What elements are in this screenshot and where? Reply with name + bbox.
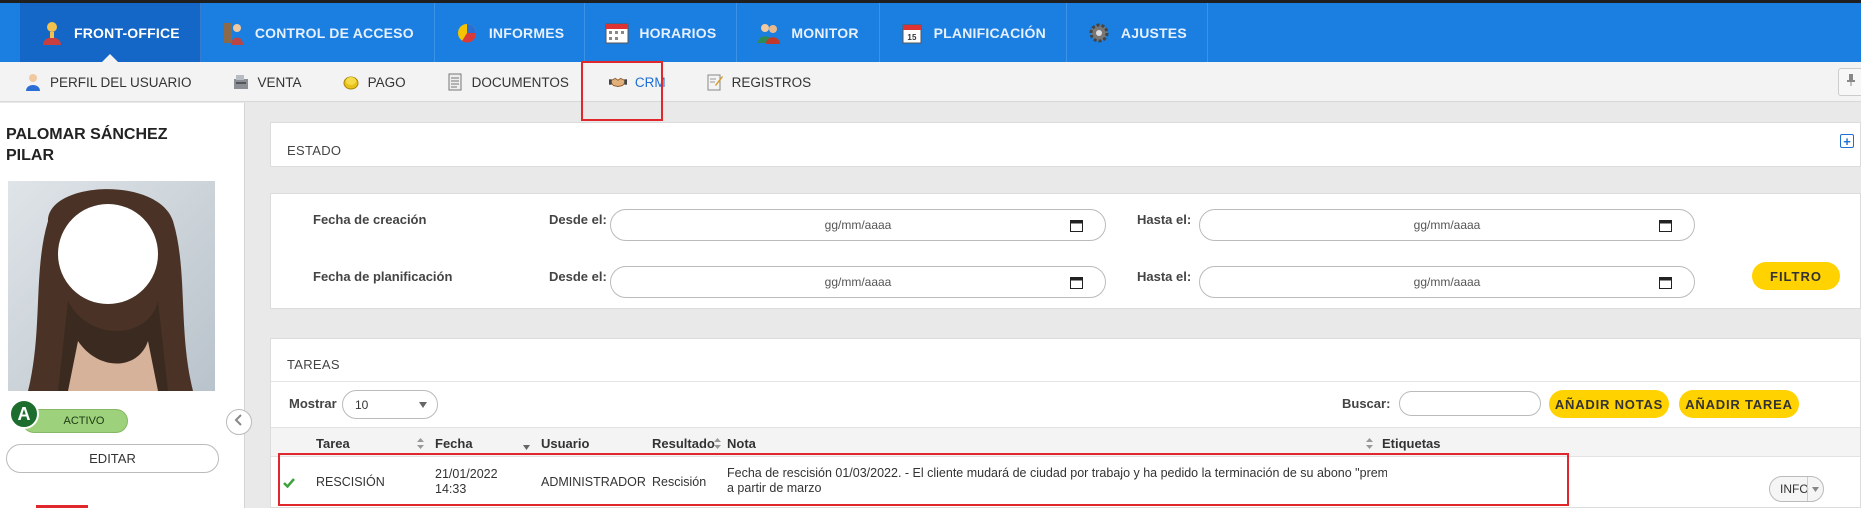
column-usuario[interactable]: Usuario — [541, 436, 589, 451]
creation-to-placeholder: gg/mm/aaaa — [1413, 218, 1481, 232]
plus-icon[interactable]: + — [1840, 134, 1854, 148]
nav-planificacion-label: PLANIFICACIÓN — [933, 24, 1046, 41]
pin-icon — [1846, 73, 1856, 91]
gear-icon — [1087, 21, 1111, 45]
top-navigation-bar: FRONT-OFFICE CONTROL DE ACCESO INFORMES … — [0, 0, 1861, 62]
calendar-icon[interactable] — [1659, 219, 1672, 235]
access-icon — [221, 21, 245, 45]
add-notes-button[interactable]: AÑADIR NOTAS — [1549, 390, 1669, 418]
nav-monitor-label: MONITOR — [791, 24, 859, 41]
calendar-icon: 15 — [900, 21, 924, 45]
calendar-icon[interactable] — [1070, 219, 1083, 235]
planning-to-label: Hasta el: — [1137, 269, 1192, 284]
people-icon — [757, 21, 781, 45]
column-tarea[interactable]: Tarea — [316, 436, 350, 451]
pie-chart-icon — [455, 21, 479, 45]
filter-button[interactable]: FILTRO — [1752, 262, 1840, 290]
chevron-down-icon — [419, 402, 427, 408]
register-icon — [232, 73, 250, 91]
row-highlight-box — [278, 453, 1569, 506]
nav-ajustes-label: AJUSTES — [1120, 24, 1187, 41]
planning-date-label: Fecha de planificación — [313, 269, 453, 284]
tab-registros[interactable]: REGISTROS — [706, 73, 812, 91]
nav-control-acceso[interactable]: CONTROL DE ACCESO — [201, 3, 435, 62]
show-entries-label: Mostrar — [289, 396, 337, 411]
calendar-grid-icon — [605, 21, 629, 45]
search-input[interactable] — [1399, 391, 1541, 416]
sub-menu: PERFIL DEL USUARIO VENTA PAGO DOCUMENTOS… — [0, 62, 1861, 102]
column-resultado[interactable]: Resultado — [652, 436, 715, 451]
planning-from-placeholder: gg/mm/aaaa — [824, 275, 892, 289]
tab-pago-label: PAGO — [367, 74, 406, 90]
show-entries-value: 10 — [355, 397, 369, 412]
calendar-icon[interactable] — [1070, 276, 1083, 292]
creation-from-date-input[interactable]: gg/mm/aaaa — [610, 209, 1106, 241]
nav-front-office[interactable]: FRONT-OFFICE — [20, 3, 201, 62]
nav-informes[interactable]: INFORMES — [435, 3, 586, 62]
estado-title: ESTADO — [287, 143, 342, 158]
chevron-left-icon — [234, 413, 244, 431]
search-label: Buscar: — [1342, 396, 1391, 411]
nav-informes-label: INFORMES — [488, 24, 565, 41]
add-task-button[interactable]: AÑADIR TAREA — [1679, 390, 1799, 418]
sort-desc-icon[interactable] — [523, 442, 530, 453]
nav-horarios[interactable]: HORARIOS — [585, 3, 738, 62]
creation-to-date-input[interactable]: gg/mm/aaaa — [1199, 209, 1695, 241]
coins-icon — [342, 73, 360, 91]
crm-highlight-box — [581, 61, 663, 121]
chevron-down-icon[interactable] — [1807, 477, 1823, 501]
creation-to-label: Hasta el: — [1137, 212, 1192, 227]
creation-from-placeholder: gg/mm/aaaa — [824, 218, 892, 232]
document-icon — [446, 73, 464, 91]
sub-navigation-bar: PERFIL DEL USUARIO VENTA PAGO DOCUMENTOS… — [0, 62, 1861, 102]
show-entries-select[interactable]: 10 — [342, 390, 438, 419]
column-fecha[interactable]: Fecha — [435, 436, 473, 451]
tab-pago[interactable]: PAGO — [342, 73, 406, 91]
client-initial-badge: A — [9, 399, 39, 429]
planning-to-placeholder: gg/mm/aaaa — [1413, 275, 1481, 289]
info-button-label: INFO — [1780, 482, 1809, 496]
client-photo — [8, 181, 215, 391]
tab-venta-label: VENTA — [257, 74, 302, 90]
user-icon — [40, 21, 64, 45]
pin-button[interactable] — [1838, 68, 1861, 96]
info-button[interactable]: INFO — [1769, 476, 1824, 502]
client-sidebar: PALOMAR SÁNCHEZ PILAR A ACTIVO EDITAR — [0, 103, 245, 508]
column-etiquetas: Etiquetas — [1382, 436, 1441, 451]
main-menu: FRONT-OFFICE CONTROL DE ACCESO INFORMES … — [0, 3, 1861, 62]
planning-to-date-input[interactable]: gg/mm/aaaa — [1199, 266, 1695, 298]
filter-panel: Fecha de creación Desde el: gg/mm/aaaa H… — [270, 193, 1861, 309]
sort-icon[interactable] — [714, 438, 721, 449]
tab-venta[interactable]: VENTA — [232, 73, 302, 91]
tab-documentos[interactable]: DOCUMENTOS — [446, 73, 569, 91]
nav-control-acceso-label: CONTROL DE ACCESO — [254, 24, 414, 41]
nav-monitor[interactable]: MONITOR — [737, 3, 880, 62]
column-nota[interactable]: Nota — [727, 436, 756, 451]
nav-planificacion[interactable]: 15 PLANIFICACIÓN — [880, 3, 1067, 62]
tab-perfil-usuario-label: PERFIL DEL USUARIO — [50, 74, 192, 90]
edit-button[interactable]: EDITAR — [6, 444, 219, 473]
planning-from-date-input[interactable]: gg/mm/aaaa — [610, 266, 1106, 298]
user-profile-icon — [24, 73, 42, 91]
nav-ajustes[interactable]: AJUSTES — [1067, 3, 1208, 62]
calendar-icon[interactable] — [1659, 276, 1672, 292]
creation-from-label: Desde el: — [549, 212, 607, 227]
divider — [271, 381, 1860, 382]
client-name: PALOMAR SÁNCHEZ PILAR — [6, 126, 168, 164]
nav-horarios-label: HORARIOS — [639, 24, 717, 41]
tareas-title: TAREAS — [287, 357, 340, 372]
sort-icon[interactable] — [417, 438, 424, 449]
tab-perfil-usuario[interactable]: PERFIL DEL USUARIO — [24, 73, 192, 91]
notepad-icon — [706, 73, 724, 91]
estado-panel: ESTADO + — [270, 122, 1861, 167]
tab-registros-label: REGISTROS — [731, 74, 812, 90]
nav-front-office-label: FRONT-OFFICE — [74, 24, 180, 41]
collapse-sidebar-button[interactable] — [226, 409, 252, 435]
sort-icon[interactable] — [1366, 438, 1373, 449]
planning-from-label: Desde el: — [549, 269, 607, 284]
tab-documentos-label: DOCUMENTOS — [471, 74, 569, 90]
creation-date-label: Fecha de creación — [313, 212, 427, 227]
svg-text:15: 15 — [907, 33, 917, 42]
